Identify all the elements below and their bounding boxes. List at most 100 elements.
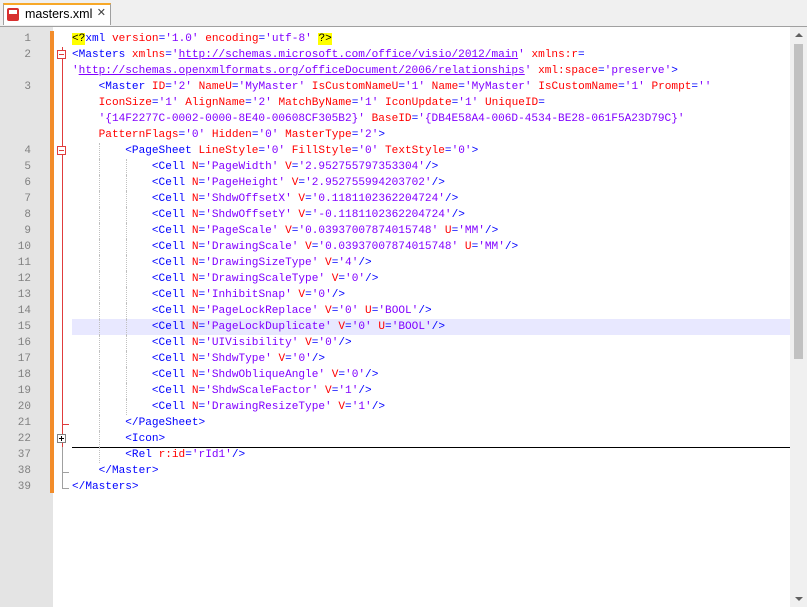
code-line[interactable]: 20 <Cell N='DrawingResizeType' V='1'/> xyxy=(0,399,790,415)
code-line[interactable]: 'http://schemas.openxmlformats.org/offic… xyxy=(0,63,790,79)
indent-guide xyxy=(125,191,128,207)
token-val: '4' xyxy=(338,257,359,269)
token-attr: N xyxy=(191,337,199,349)
token-tag: = xyxy=(231,81,239,93)
token-val: ' xyxy=(72,65,79,77)
code-text: 'http://schemas.openxmlformats.org/offic… xyxy=(72,63,790,79)
token-val: 'ShdwScaleFactor' xyxy=(205,385,319,397)
code-line[interactable]: IconSize='1' AlignName='2' MatchByName='… xyxy=(0,95,790,111)
code-line[interactable]: 12 <Cell N='DrawingScaleType' V='0'/> xyxy=(0,271,790,287)
code-line[interactable]: 39 </Masters> xyxy=(0,479,790,495)
token-val: 'ShdwObliqueAngle' xyxy=(205,369,326,381)
scroll-up-arrow-icon[interactable] xyxy=(790,27,807,44)
code-line[interactable]: 19 <Cell N='ShdwScaleFactor' V='1'/> xyxy=(0,383,790,399)
scroll-down-arrow-icon[interactable] xyxy=(790,590,807,607)
fold-line xyxy=(54,271,71,287)
code-text: <Cell N='PageHeight' V='2.95275599420370… xyxy=(72,175,790,191)
fold-collapse-icon[interactable] xyxy=(54,47,71,63)
line-number: 15 xyxy=(17,321,31,333)
fold-end xyxy=(54,479,71,495)
indent-guide xyxy=(98,143,101,159)
token-val: 'BOOL' xyxy=(391,321,432,333)
indent-guide xyxy=(98,431,101,447)
token-attr: Prompt xyxy=(651,81,692,93)
tab-masters-xml[interactable]: masters.xml ✕ xyxy=(3,3,111,25)
token-tag: /> xyxy=(365,273,379,285)
code-line[interactable]: 14 <Cell N='PageLockReplace' V='0' U='BO… xyxy=(0,303,790,319)
token-tag: <Cell xyxy=(151,321,192,333)
close-tab-icon[interactable]: ✕ xyxy=(97,6,106,20)
code-line[interactable]: 7 <Cell N='ShdwOffsetX' V='0.11811023622… xyxy=(0,191,790,207)
code-text: </Masters> xyxy=(72,479,790,495)
code-line[interactable]: 15 <Cell N='PageLockDuplicate' V='0' U='… xyxy=(0,319,790,335)
fold-line xyxy=(54,223,71,239)
scroll-thumb[interactable] xyxy=(794,44,803,359)
token-val: '-0.1181102362204724' xyxy=(311,209,452,221)
code-line[interactable]: 4 <PageSheet LineStyle='0' FillStyle='0'… xyxy=(0,143,790,159)
code-line[interactable]: 37 <Rel r:id='rId1'/> xyxy=(0,447,790,463)
code-line[interactable]: 3 <Master ID='2' NameU='MyMaster' IsCust… xyxy=(0,79,790,95)
line-number: 12 xyxy=(17,273,31,285)
token-val: 'MyMaster' xyxy=(238,81,306,93)
vertical-scrollbar[interactable] xyxy=(790,27,807,607)
code-line[interactable]: 22 <Icon> xyxy=(0,431,790,448)
code-text: <Cell N='PageLockReplace' V='0' U='BOOL'… xyxy=(72,303,790,319)
token-tag: = xyxy=(345,321,352,333)
token-tag: = xyxy=(538,97,545,109)
code-line[interactable]: 17 <Cell N='ShdwType' V='0'/> xyxy=(0,351,790,367)
code-line[interactable]: 38 </Master> xyxy=(0,463,790,479)
token-tag: = xyxy=(345,401,352,413)
token-val: 'utf-8' xyxy=(265,33,312,45)
line-number: 21 xyxy=(17,417,31,429)
token-tag: <Cell xyxy=(151,193,192,205)
code-line[interactable]: 11 <Cell N='DrawingSizeType' V='4'/> xyxy=(0,255,790,271)
code-line[interactable]: 1 <?xml version='1.0' encoding='utf-8' ?> xyxy=(0,31,790,47)
indent-guide xyxy=(125,399,128,415)
code-text: <Cell N='DrawingScale' V='0.039370078740… xyxy=(72,239,790,255)
code-editor[interactable]: 1 <?xml version='1.0' encoding='utf-8' ?>… xyxy=(0,26,807,607)
code-line[interactable]: 18 <Cell N='ShdwObliqueAngle' V='0'/> xyxy=(0,367,790,383)
code-line[interactable]: 2 <Masters xmlns='http://schemas.microsof… xyxy=(0,47,790,63)
fold-collapse-icon[interactable] xyxy=(54,143,71,159)
code-line[interactable]: 9 <Cell N='PageScale' V='0.0393700787401… xyxy=(0,223,790,239)
code-text: <Cell N='PageLockDuplicate' V='0' U='BOO… xyxy=(72,319,790,335)
token-attr: U xyxy=(464,241,472,253)
tab-bar: masters.xml ✕ xyxy=(0,0,807,26)
code-line[interactable]: 5 <Cell N='PageWidth' V='2.9527557973533… xyxy=(0,159,790,175)
code-line[interactable]: 16 <Cell N='UIVisibility' V='0'/> xyxy=(0,335,790,351)
line-number: 19 xyxy=(17,385,31,397)
token-tag: /> xyxy=(444,193,459,205)
code-line[interactable]: 8 <Cell N='ShdwOffsetY' V='-0.1181102362… xyxy=(0,207,790,223)
token-tag: = xyxy=(285,353,292,365)
fold-line xyxy=(54,111,71,127)
code-line[interactable]: 10 <Cell N='DrawingScale' V='0.039370078… xyxy=(0,239,790,255)
code-line[interactable]: 13 <Cell N='InhibitSnap' V='0'/> xyxy=(0,287,790,303)
code-line[interactable]: '{14F2277C-0002-0000-8E40-00608CF305B2}'… xyxy=(0,111,790,127)
fold-end xyxy=(54,415,71,431)
token-val: 'MM' xyxy=(478,241,505,253)
token-tag: <Cell xyxy=(151,289,192,301)
token-tag: /> xyxy=(338,337,352,349)
token-val: '2' xyxy=(358,129,379,141)
code-text: <Master ID='2' NameU='MyMaster' IsCustom… xyxy=(72,79,790,95)
code-line[interactable]: PatternFlags='0' Hidden='0' MasterType='… xyxy=(0,127,790,143)
indent-guide xyxy=(98,351,101,367)
fold-expand-icon[interactable] xyxy=(54,431,71,447)
token-val: '1' xyxy=(338,385,359,397)
code-text: <Masters xmlns='http://schemas.microsoft… xyxy=(72,47,790,63)
indent-guide xyxy=(98,447,101,463)
code-line[interactable]: 6 <Cell N='PageHeight' V='2.952755994203… xyxy=(0,175,790,191)
indent-guide xyxy=(98,319,101,335)
token-url[interactable]: http://schemas.openxmlformats.org/office… xyxy=(79,65,525,77)
code-text: <Cell N='DrawingScaleType' V='0'/> xyxy=(72,271,790,287)
indent-guide xyxy=(98,335,101,351)
file-saved-icon xyxy=(7,8,19,21)
code-line[interactable]: 21 </PageSheet> xyxy=(0,415,790,431)
token-url[interactable]: http://schemas.microsoft.com/office/visi… xyxy=(179,49,519,61)
token-val: '0' xyxy=(311,289,332,301)
